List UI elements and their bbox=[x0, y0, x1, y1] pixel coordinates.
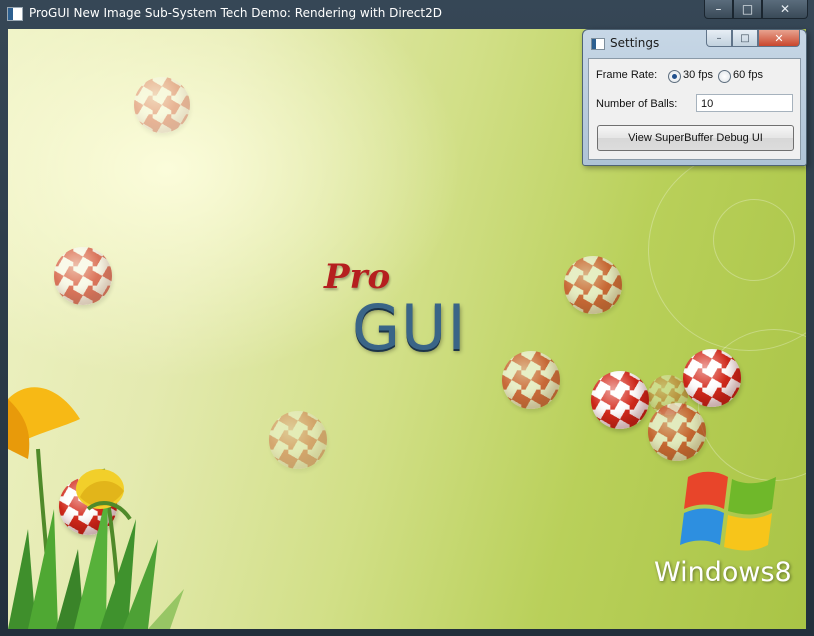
settings-close-button[interactable]: ✕ bbox=[758, 30, 800, 47]
windows8-text: Windows8 bbox=[654, 557, 792, 588]
flower-plants-decoration bbox=[8, 387, 184, 629]
frame-rate-30-radio[interactable] bbox=[668, 70, 681, 83]
window-title: ProGUI New Image Sub-System Tech Demo: R… bbox=[29, 6, 442, 20]
ball bbox=[564, 256, 622, 314]
ball bbox=[648, 403, 706, 461]
ball bbox=[269, 411, 327, 469]
frame-rate-30-label[interactable]: 30 fps bbox=[683, 69, 713, 81]
ball bbox=[502, 351, 560, 409]
settings-dialog-title: Settings bbox=[610, 36, 660, 50]
frame-rate-label: Frame Rate: bbox=[596, 69, 658, 81]
settings-minimize-button[interactable]: – bbox=[706, 30, 732, 47]
number-of-balls-label: Number of Balls: bbox=[596, 98, 678, 110]
main-title-bar[interactable]: ProGUI New Image Sub-System Tech Demo: R… bbox=[0, 0, 814, 29]
settings-dialog: Settings – □ ✕ Frame Rate: 30 fps 60 fps… bbox=[582, 29, 807, 166]
ball bbox=[54, 247, 112, 305]
ball bbox=[683, 349, 741, 407]
close-button[interactable]: ✕ bbox=[762, 0, 808, 19]
maximize-button[interactable]: □ bbox=[733, 0, 762, 19]
frame-rate-60-radio[interactable] bbox=[718, 70, 731, 83]
number-of-balls-input[interactable]: 10 bbox=[696, 94, 793, 112]
frame-rate-60-label[interactable]: 60 fps bbox=[733, 69, 763, 81]
settings-maximize-button[interactable]: □ bbox=[732, 30, 758, 47]
minimize-button[interactable]: – bbox=[704, 0, 733, 19]
app-window-icon[interactable] bbox=[7, 7, 23, 21]
view-superbuffer-debug-button[interactable]: View SuperBuffer Debug UI bbox=[597, 125, 794, 151]
ball bbox=[134, 77, 190, 133]
background-swirl bbox=[713, 199, 795, 281]
settings-caption-buttons: – □ ✕ bbox=[706, 30, 800, 47]
settings-panel: Frame Rate: 30 fps 60 fps Number of Ball… bbox=[588, 58, 801, 160]
progui-logo-gui: GUI bbox=[352, 291, 467, 364]
windows-flag-icon bbox=[680, 471, 776, 551]
caption-buttons: – □ ✕ bbox=[704, 0, 808, 20]
settings-window-icon[interactable] bbox=[591, 38, 605, 50]
ball bbox=[591, 371, 649, 429]
